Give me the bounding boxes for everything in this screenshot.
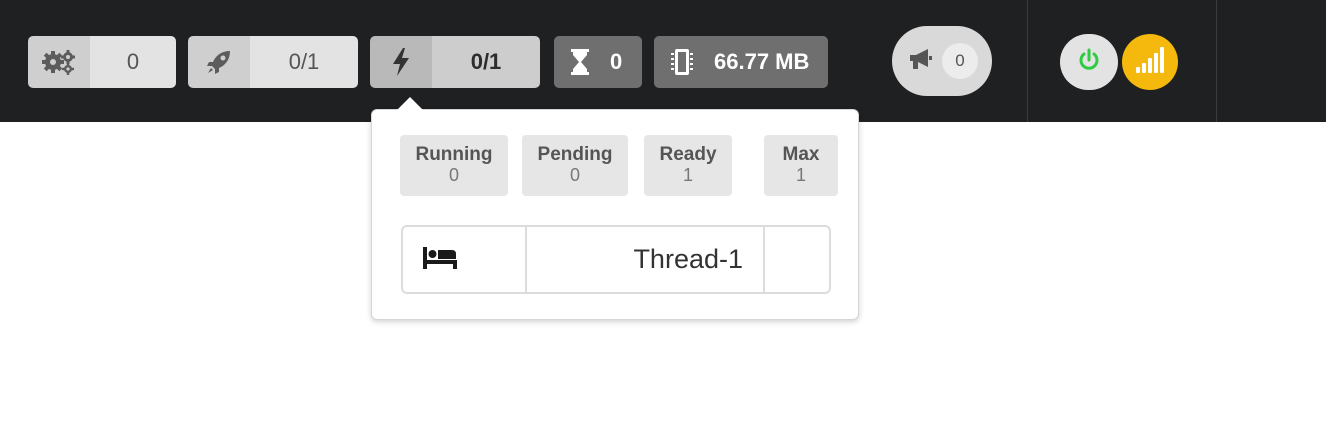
memory-chip-icon [654, 36, 710, 88]
bolt-icon [370, 36, 432, 88]
thread-name: Thread-1 [527, 227, 765, 292]
signal-bars-icon [1135, 46, 1165, 78]
stat-pending: Pending 0 [522, 135, 628, 196]
top-toolbar: 0 0/1 0/1 0 66.77 MB 0 [0, 0, 1326, 122]
megaphone-icon [908, 47, 934, 76]
thread-row[interactable]: Thread-1 [401, 225, 831, 294]
popover-caret [397, 97, 423, 110]
power-button[interactable] [1060, 34, 1118, 90]
bed-icon [423, 245, 457, 274]
thread-state-cell [403, 227, 527, 292]
waiting-status-button[interactable]: 0 [554, 36, 642, 88]
gears-icon [28, 36, 90, 88]
connection-signal-button[interactable] [1122, 34, 1178, 90]
stat-label: Running [415, 144, 493, 165]
memory-status-button[interactable]: 66.77 MB [654, 36, 828, 88]
stat-max: Max 1 [764, 135, 838, 196]
launched-count: 0/1 [250, 36, 358, 88]
memory-usage: 66.77 MB [714, 49, 810, 74]
stat-value: 1 [682, 165, 693, 185]
waiting-count: 0 [610, 49, 623, 74]
thread-extra-cell [765, 227, 829, 292]
toolbar-divider [1027, 0, 1028, 122]
workers-status-button[interactable]: 0 [28, 36, 176, 88]
announcements-button[interactable]: 0 [892, 26, 992, 96]
threads-popover: Running 0 Pending 0 Ready 1 Max 1 Thread… [371, 109, 859, 320]
stat-value: 0 [448, 165, 459, 185]
stat-ready: Ready 1 [644, 135, 732, 196]
stat-label: Ready [659, 144, 717, 165]
toolbar-divider-right [1216, 0, 1217, 122]
stat-value: 1 [795, 165, 806, 185]
stat-running: Running 0 [400, 135, 508, 196]
launched-status-button[interactable]: 0/1 [188, 36, 358, 88]
announcements-count: 0 [942, 43, 978, 79]
stat-label: Pending [537, 144, 613, 165]
stat-label: Max [782, 144, 820, 165]
workers-count: 0 [90, 36, 176, 88]
power-icon [1077, 48, 1101, 77]
threads-status-button[interactable]: 0/1 [370, 36, 540, 88]
stat-value: 0 [569, 165, 580, 185]
threads-count: 0/1 [432, 36, 540, 88]
hourglass-icon [554, 36, 606, 88]
rocket-icon [188, 36, 250, 88]
